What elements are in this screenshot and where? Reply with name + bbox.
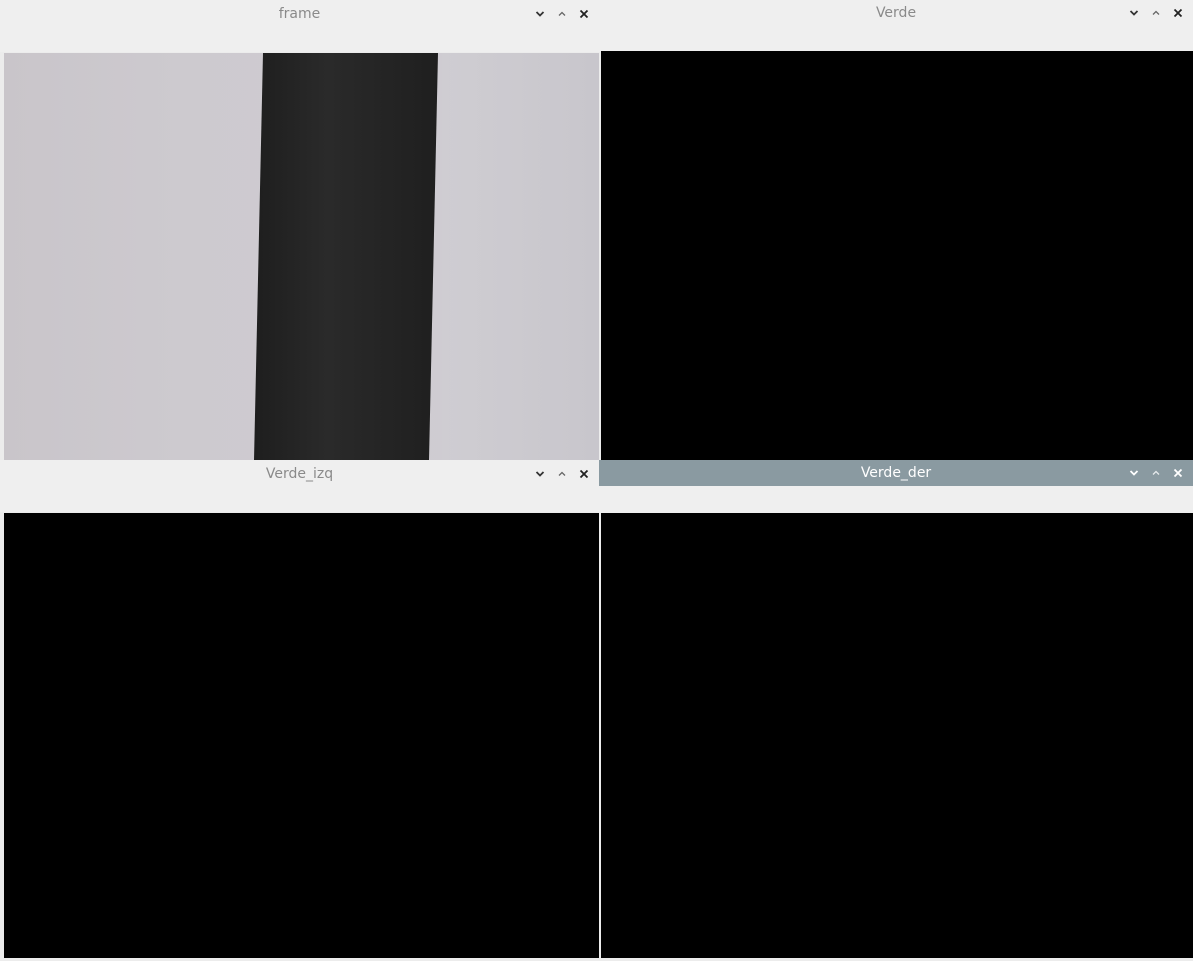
close-button[interactable] <box>1167 3 1189 23</box>
minimize-button[interactable] <box>1123 3 1145 23</box>
close-button[interactable] <box>573 4 595 24</box>
minimize-button[interactable] <box>1123 463 1145 483</box>
window-frame[interactable]: frame <box>0 0 599 460</box>
window-title: Verde_der <box>860 465 932 481</box>
close-button[interactable] <box>1167 463 1189 483</box>
maximize-button[interactable] <box>1145 463 1167 483</box>
close-icon <box>1173 468 1183 478</box>
window-toolbar <box>0 488 599 512</box>
window-title: Verde <box>875 5 917 21</box>
window-title: frame <box>278 6 321 22</box>
mask-image <box>4 513 599 958</box>
minimize-button[interactable] <box>529 464 551 484</box>
window-verde-der[interactable]: Verde_der <box>599 460 1193 961</box>
window-title: Verde_izq <box>265 466 334 482</box>
window-verde[interactable]: Verde <box>599 0 1193 460</box>
titlebar-verde[interactable]: Verde <box>599 0 1193 28</box>
chevron-up-icon <box>1152 470 1160 475</box>
chevron-up-icon <box>558 11 566 16</box>
window-toolbar <box>599 486 1193 513</box>
chevron-up-icon <box>1152 10 1160 15</box>
maximize-button[interactable] <box>1145 3 1167 23</box>
black-tape-strip <box>254 53 438 460</box>
chevron-down-icon <box>1129 470 1139 476</box>
mask-image <box>601 51 1193 460</box>
close-button[interactable] <box>573 464 595 484</box>
chevron-up-icon <box>558 471 566 476</box>
titlebar-verde-der[interactable]: Verde_der <box>599 460 1193 486</box>
window-verde-izq[interactable]: Verde_izq <box>0 460 599 961</box>
camera-image <box>4 53 599 460</box>
titlebar-verde-izq[interactable]: Verde_izq <box>0 460 599 488</box>
window-toolbar <box>599 28 1193 52</box>
chevron-down-icon <box>535 471 545 477</box>
window-toolbar <box>0 28 599 52</box>
close-icon <box>579 9 589 19</box>
minimize-button[interactable] <box>529 4 551 24</box>
close-icon <box>579 469 589 479</box>
titlebar-frame[interactable]: frame <box>0 0 599 28</box>
maximize-button[interactable] <box>551 4 573 24</box>
mask-image <box>601 513 1193 958</box>
maximize-button[interactable] <box>551 464 573 484</box>
camera-wall-right <box>442 53 599 460</box>
chevron-down-icon <box>1129 10 1139 16</box>
chevron-down-icon <box>535 11 545 17</box>
close-icon <box>1173 8 1183 18</box>
